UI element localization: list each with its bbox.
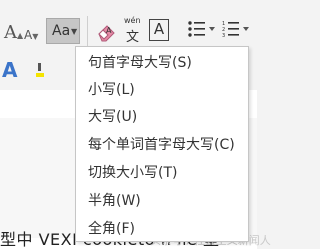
character-border-button[interactable]: A [149, 19, 169, 41]
grow-font-caret-icon: ▲ [17, 31, 24, 40]
bullets-button[interactable] [187, 20, 217, 42]
svg-text:3: 3 [222, 33, 225, 38]
menu-item-capitalize-each-word[interactable]: 每个单词首字母大写(C) [88, 133, 235, 157]
highlight-color-icon[interactable] [36, 62, 44, 77]
grow-font-button[interactable]: A▲ [4, 22, 23, 43]
phonetic-guide-pinyin: wén [124, 16, 141, 25]
menu-item-toggle-case[interactable]: 切换大小写(T) [88, 161, 177, 185]
menu-item-half-width[interactable]: 半角(W) [88, 189, 141, 213]
toolbar-divider [87, 16, 88, 46]
change-case-menu: 句首字母大写(S) 小写(L) 大写(U) 每个单词首字母大写(C) 切换大小写… [75, 46, 249, 242]
change-case-label: Aa [52, 23, 71, 39]
phonetic-guide-button[interactable]: 文 [126, 26, 139, 45]
shrink-font-button[interactable]: A▼ [24, 28, 38, 42]
menu-item-sentence-case[interactable]: 句首字母大写(S) [88, 51, 192, 75]
menu-item-full-width[interactable]: 全角(F) [88, 217, 135, 241]
text-effects-button[interactable]: A [2, 58, 17, 82]
menu-item-lowercase[interactable]: 小写(L) [88, 78, 135, 102]
change-case-button[interactable]: Aa ▼ [46, 18, 80, 44]
svg-text:A: A [106, 26, 112, 35]
menu-item-uppercase[interactable]: 大写(U) [88, 105, 137, 129]
shrink-font-caret-icon: ▼ [32, 32, 39, 41]
clear-formatting-icon[interactable]: A [96, 22, 118, 46]
chevron-down-icon: ▼ [71, 27, 78, 36]
numbering-button[interactable]: 1 2 3 [222, 20, 252, 42]
